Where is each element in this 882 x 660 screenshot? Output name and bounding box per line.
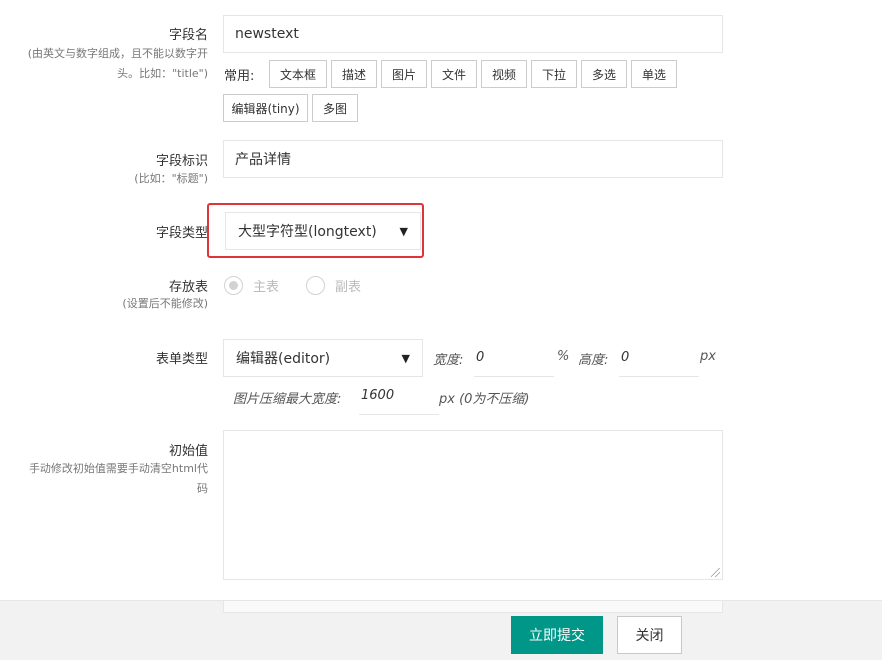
- preset-description-button[interactable]: 描述: [331, 60, 377, 88]
- field-type-label: 字段类型: [155, 226, 208, 241]
- field-name-input[interactable]: newstext: [223, 15, 723, 53]
- radio-unchecked-icon: [306, 276, 325, 295]
- storage-main-radio[interactable]: 主表: [224, 276, 279, 295]
- field-name-help-line1: (由英文与数字组成，且不能以数字开: [27, 47, 208, 60]
- compress-label: 图片压缩最大宽度:: [233, 392, 342, 407]
- storage-table-label: 存放表: [168, 280, 208, 295]
- storage-sub-radio[interactable]: 副表: [306, 276, 361, 295]
- form-type-selected: 编辑器(editor): [236, 351, 331, 367]
- close-button[interactable]: 关闭: [617, 616, 682, 654]
- form-type-label: 表单类型: [155, 352, 208, 367]
- field-title-help: (比如："标题"): [134, 172, 208, 185]
- storage-main-label: 主表: [253, 280, 280, 295]
- preset-multi-image-button[interactable]: 多图: [312, 94, 358, 122]
- initial-value-help: 手动修改初始值需要手动清空html代 码: [8, 459, 208, 499]
- field-name-label: 字段名: [168, 28, 208, 43]
- initial-value-textarea[interactable]: [223, 430, 723, 580]
- form-type-select[interactable]: 编辑器(editor) ▼: [223, 339, 423, 377]
- preset-video-button[interactable]: 视频: [481, 60, 527, 88]
- field-name-help-line2: 头。比如："title"): [117, 67, 208, 80]
- submit-button[interactable]: 立即提交: [511, 616, 603, 654]
- initial-value-label: 初始值: [168, 444, 208, 459]
- initial-value-help-line2: 码: [197, 482, 208, 495]
- field-name-help: (由英文与数字组成，且不能以数字开 头。比如："title"): [8, 44, 208, 84]
- height-label: 高度:: [578, 353, 609, 368]
- field-title-label: 字段标识: [155, 154, 208, 169]
- height-unit: px: [700, 349, 716, 364]
- field-type-highlight-box: [207, 203, 424, 258]
- preset-file-button[interactable]: 文件: [431, 60, 477, 88]
- common-presets-label: 常用:: [224, 69, 255, 84]
- storage-table-help: (设置后不能修改): [122, 297, 208, 310]
- compress-unit: px (0为不压缩): [439, 392, 530, 407]
- next-field-peek: [223, 601, 723, 613]
- width-input[interactable]: 0: [474, 339, 554, 377]
- preset-dropdown-button[interactable]: 下拉: [531, 60, 577, 88]
- preset-textbox-button[interactable]: 文本框: [269, 60, 327, 88]
- footer-bar: 立即提交 关闭: [0, 600, 882, 660]
- height-input[interactable]: 0: [619, 339, 699, 377]
- compress-input[interactable]: 1600: [359, 377, 439, 415]
- preset-editor-tiny-button[interactable]: 编辑器(tiny): [223, 94, 308, 122]
- radio-checked-icon: [224, 276, 243, 295]
- chevron-down-icon: ▼: [401, 351, 410, 365]
- preset-image-button[interactable]: 图片: [381, 60, 427, 88]
- storage-sub-label: 副表: [335, 280, 362, 295]
- initial-value-help-line1: 手动修改初始值需要手动清空html代: [28, 462, 208, 475]
- resize-handle-icon[interactable]: [711, 568, 720, 577]
- width-label: 宽度:: [433, 353, 464, 368]
- preset-singleselect-button[interactable]: 单选: [631, 60, 677, 88]
- preset-multiselect-button[interactable]: 多选: [581, 60, 627, 88]
- field-title-input[interactable]: 产品详情: [223, 140, 723, 178]
- width-unit: %: [557, 349, 570, 364]
